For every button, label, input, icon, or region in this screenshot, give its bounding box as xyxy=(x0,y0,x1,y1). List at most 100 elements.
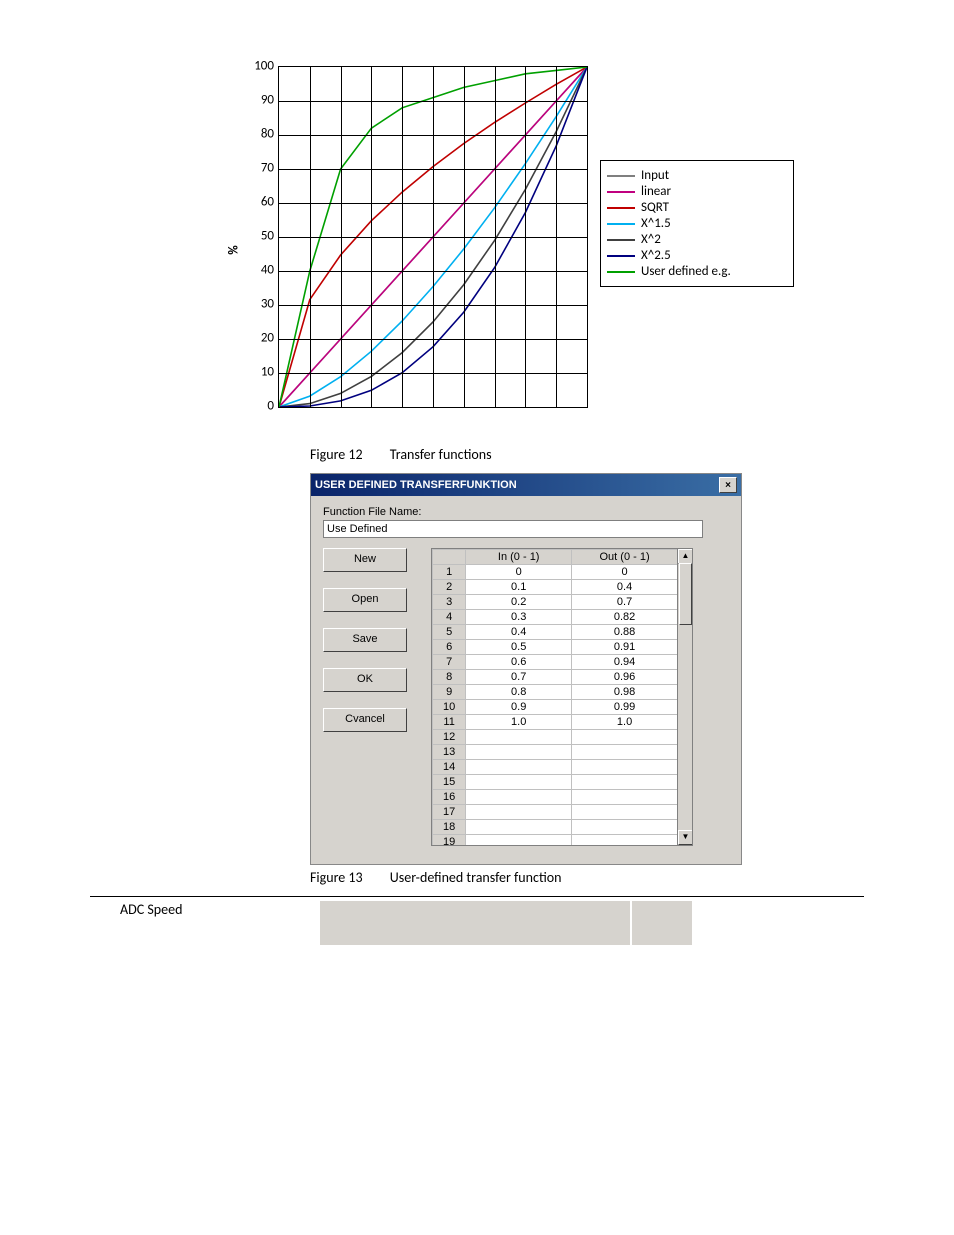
cell-in[interactable]: 0.4 xyxy=(466,625,572,640)
cell-out[interactable]: 0.4 xyxy=(572,580,678,595)
cell-out[interactable] xyxy=(572,805,678,820)
cell-in[interactable]: 0.5 xyxy=(466,640,572,655)
row-number: 2 xyxy=(433,580,466,595)
legend-swatch-icon xyxy=(607,255,635,257)
ok-button[interactable]: OK xyxy=(323,668,407,692)
table-row[interactable]: 20.10.4 xyxy=(433,580,678,595)
table-row[interactable]: 14 xyxy=(433,760,678,775)
table-row[interactable]: 19 xyxy=(433,835,678,847)
cell-out[interactable] xyxy=(572,730,678,745)
row-number: 5 xyxy=(433,625,466,640)
vertical-scrollbar[interactable]: ▲ ▼ xyxy=(677,549,692,845)
table-row[interactable]: 60.50.91 xyxy=(433,640,678,655)
cell-in[interactable] xyxy=(466,835,572,847)
cell-in[interactable]: 0.1 xyxy=(466,580,572,595)
table-row[interactable]: 18 xyxy=(433,820,678,835)
scroll-up-icon[interactable]: ▲ xyxy=(678,549,693,564)
row-number: 15 xyxy=(433,775,466,790)
y-tick-label: 40 xyxy=(238,263,274,278)
cell-in[interactable]: 0.6 xyxy=(466,655,572,670)
cell-in[interactable] xyxy=(466,745,572,760)
table-row[interactable]: 40.30.82 xyxy=(433,610,678,625)
column-header-in: In (0 - 1) xyxy=(466,550,572,565)
adc-speed-label: ADC Speed xyxy=(90,901,320,918)
transfer-function-table[interactable]: In (0 - 1) Out (0 - 1) 10020.10.430.20.7… xyxy=(431,548,693,846)
cell-out[interactable] xyxy=(572,775,678,790)
cell-out[interactable] xyxy=(572,745,678,760)
open-button[interactable]: Open xyxy=(323,588,407,612)
adc-speed-content-placeholder xyxy=(320,901,692,945)
table-row[interactable]: 15 xyxy=(433,775,678,790)
dialog-title-bar: USER DEFINED TRANSFERFUNKTION × xyxy=(311,474,741,496)
row-number: 7 xyxy=(433,655,466,670)
cell-in[interactable] xyxy=(466,790,572,805)
table-row[interactable]: 70.60.94 xyxy=(433,655,678,670)
legend-swatch-icon xyxy=(607,271,635,273)
transfer-function-chart: % InputlinearSQRTX^1.5X^2X^2.5User defin… xyxy=(230,60,790,440)
cell-out[interactable] xyxy=(572,790,678,805)
cell-out[interactable] xyxy=(572,760,678,775)
table-row[interactable]: 80.70.96 xyxy=(433,670,678,685)
cell-in[interactable]: 0.9 xyxy=(466,700,572,715)
cell-in[interactable]: 0.3 xyxy=(466,610,572,625)
legend-item: X^1.5 xyxy=(607,216,787,231)
function-file-name-input[interactable] xyxy=(323,520,703,538)
close-button[interactable]: × xyxy=(719,477,737,493)
scroll-thumb[interactable] xyxy=(679,563,692,625)
table-row[interactable]: 111.01.0 xyxy=(433,715,678,730)
cell-out[interactable]: 0.7 xyxy=(572,595,678,610)
table-row[interactable]: 17 xyxy=(433,805,678,820)
cell-in[interactable]: 0.7 xyxy=(466,670,572,685)
row-number: 1 xyxy=(433,565,466,580)
scroll-down-icon[interactable]: ▼ xyxy=(678,830,693,845)
cell-out[interactable]: 1.0 xyxy=(572,715,678,730)
cell-in[interactable] xyxy=(466,820,572,835)
cell-out[interactable]: 0.99 xyxy=(572,700,678,715)
y-tick-label: 10 xyxy=(238,365,274,380)
column-header-out: Out (0 - 1) xyxy=(572,550,678,565)
cell-out[interactable]: 0.91 xyxy=(572,640,678,655)
cell-in[interactable] xyxy=(466,805,572,820)
legend-item: Input xyxy=(607,168,787,183)
row-number: 9 xyxy=(433,685,466,700)
y-tick-label: 30 xyxy=(238,297,274,312)
cell-out[interactable]: 0.96 xyxy=(572,670,678,685)
new-button[interactable]: New xyxy=(323,548,407,572)
y-tick-label: 100 xyxy=(238,59,274,74)
cell-in[interactable] xyxy=(466,760,572,775)
cell-out[interactable]: 0.88 xyxy=(572,625,678,640)
table-row[interactable]: 16 xyxy=(433,790,678,805)
row-number: 11 xyxy=(433,715,466,730)
cancel-button[interactable]: Cvancel xyxy=(323,708,407,732)
cell-out[interactable]: 0.98 xyxy=(572,685,678,700)
table-row[interactable]: 100.90.99 xyxy=(433,700,678,715)
cell-out[interactable] xyxy=(572,835,678,847)
y-tick-label: 90 xyxy=(238,93,274,108)
table-row[interactable]: 30.20.7 xyxy=(433,595,678,610)
table-row[interactable]: 50.40.88 xyxy=(433,625,678,640)
cell-in[interactable] xyxy=(466,775,572,790)
cell-in[interactable]: 0 xyxy=(466,565,572,580)
cell-in[interactable]: 0.2 xyxy=(466,595,572,610)
legend-label: SQRT xyxy=(641,200,669,215)
row-number: 17 xyxy=(433,805,466,820)
section-divider xyxy=(90,896,864,897)
y-tick-label: 70 xyxy=(238,161,274,176)
cell-out[interactable]: 0.94 xyxy=(572,655,678,670)
cell-out[interactable]: 0 xyxy=(572,565,678,580)
table-row[interactable]: 12 xyxy=(433,730,678,745)
table-row[interactable]: 90.80.98 xyxy=(433,685,678,700)
legend-swatch-icon xyxy=(607,239,635,241)
save-button[interactable]: Save xyxy=(323,628,407,652)
cell-out[interactable]: 0.82 xyxy=(572,610,678,625)
cell-out[interactable] xyxy=(572,820,678,835)
y-tick-label: 50 xyxy=(238,229,274,244)
table-row[interactable]: 100 xyxy=(433,565,678,580)
user-defined-transfer-dialog: USER DEFINED TRANSFERFUNKTION × Function… xyxy=(310,473,742,865)
legend-label: linear xyxy=(641,184,671,199)
table-row[interactable]: 13 xyxy=(433,745,678,760)
row-number: 19 xyxy=(433,835,466,847)
cell-in[interactable] xyxy=(466,730,572,745)
cell-in[interactable]: 0.8 xyxy=(466,685,572,700)
cell-in[interactable]: 1.0 xyxy=(466,715,572,730)
